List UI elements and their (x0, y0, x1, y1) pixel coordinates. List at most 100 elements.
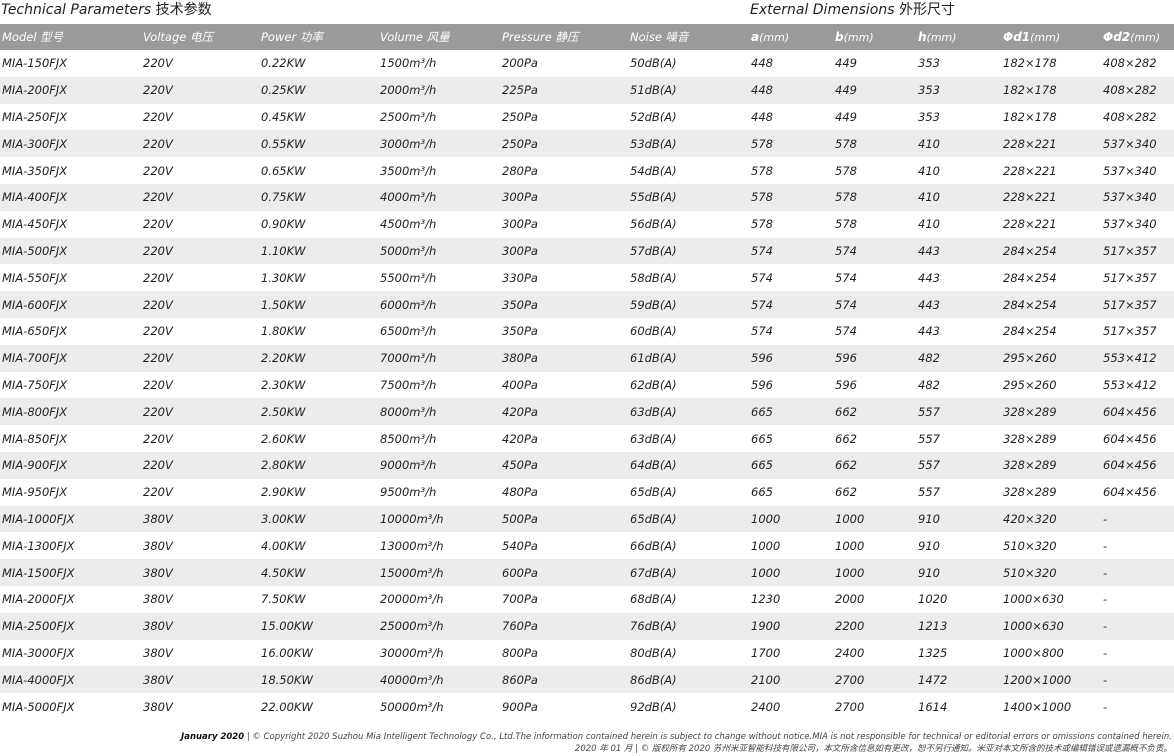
cell-d2: 537×340 (1101, 183, 1174, 211)
cell-d1: 284×254 (1001, 237, 1101, 265)
cell-model: MIA-400FJX (0, 183, 141, 211)
cell-h: 1325 (918, 645, 948, 660)
cell-d1: 1000×630 (1001, 612, 1101, 640)
cell-model: MIA-2000FJX (2, 592, 75, 607)
cell-a: 574 (749, 291, 833, 318)
cell-d1: 328×289 (1003, 485, 1057, 500)
cell-noise: 51dB(A) (628, 76, 749, 104)
cell-pressure: 600Pa (500, 559, 628, 586)
table-row: MIA-800FJX 220V 2.50KW 8000m³/h 420Pa 63dB(A)… (0, 398, 1174, 426)
cell-model: MIA-500FJX (0, 237, 141, 265)
specs-table: Model 型号 Voltage 电压 Power 功率 Volume 风量 P… (0, 24, 1174, 720)
cell-h: 482 (918, 377, 940, 392)
cell-a: 448 (749, 76, 833, 104)
cell-power: 16.00KW (261, 645, 313, 660)
cell-pressure: 225Pa (500, 76, 628, 104)
cell-model: MIA-950FJX (2, 485, 68, 500)
table-row: MIA-2500FJX 380V 15.00KW 25000m³/h 760Pa 76dB… (0, 612, 1174, 640)
cell-d1: 228×221 (1001, 130, 1101, 158)
cell-power: 4.50KW (259, 559, 378, 586)
cell-b: 2000 (835, 592, 865, 607)
cell-model: MIA-650FJX (2, 324, 68, 339)
cell-b: 596 (835, 377, 857, 392)
cell-d1: 1400×1000 (1003, 699, 1072, 714)
cell-b: 1000 (835, 538, 865, 553)
cell-voltage: 220V (143, 163, 173, 178)
cell-noise: 63dB(A) (628, 398, 749, 426)
cell-pressure: 280Pa (502, 163, 538, 178)
cell-a: 574 (749, 237, 833, 265)
cell-d2: - (1103, 699, 1108, 714)
table-row: MIA-450FJX 220V 0.90KW 4500m³/h 300Pa 56dB(A)… (0, 211, 1174, 238)
cell-b: 662 (835, 485, 857, 500)
cell-h: 410 (916, 183, 1001, 211)
cell-b: 2700 (835, 699, 865, 714)
cell-noise: 64dB(A) (628, 451, 749, 479)
cell-noise: 50dB(A) (630, 56, 677, 71)
cell-power: 1.50KW (259, 291, 378, 318)
cell-voltage: 380V (143, 592, 173, 607)
cell-volume: 5000m³/h (378, 237, 500, 265)
cell-b: 662 (835, 431, 857, 446)
cell-power: 2.60KW (261, 431, 306, 446)
header-model: Model 型号 (0, 24, 141, 50)
cell-volume: 50000m³/h (380, 699, 444, 714)
cell-b: 2200 (833, 612, 916, 640)
cell-noise: 92dB(A) (630, 699, 677, 714)
cell-a: 448 (751, 109, 773, 124)
cell-d1: 1000×800 (1003, 645, 1064, 660)
cell-noise: 76dB(A) (628, 612, 749, 640)
cell-model: MIA-1000FJX (0, 505, 141, 533)
cell-volume: 2000m³/h (378, 76, 500, 104)
cell-noise: 53dB(A) (628, 130, 749, 158)
cell-noise: 66dB(A) (630, 538, 677, 553)
cell-voltage: 220V (143, 377, 173, 392)
cell-h: 557 (918, 485, 940, 500)
cell-d2: 408×282 (1103, 109, 1157, 124)
header-h: h(mm) (916, 24, 1001, 50)
cell-voltage: 220V (141, 344, 259, 372)
cell-noise: 62dB(A) (630, 377, 677, 392)
external-dimensions-title: External Dimensions 外形尺寸 (750, 2, 955, 18)
cell-volume: 4000m³/h (378, 183, 500, 211)
cell-a: 1230 (751, 592, 781, 607)
cell-volume: 10000m³/h (378, 505, 500, 533)
cell-power: 0.65KW (261, 163, 306, 178)
cell-model: MIA-350FJX (2, 163, 68, 178)
cell-volume: 6000m³/h (378, 291, 500, 318)
cell-h: 353 (918, 56, 940, 71)
cell-b: 662 (833, 398, 916, 426)
cell-noise: 55dB(A) (628, 183, 749, 211)
cell-a: 578 (751, 163, 773, 178)
cell-noise: 86dB(A) (628, 666, 749, 694)
cell-b: 596 (833, 344, 916, 372)
cell-power: 1.10KW (259, 237, 378, 265)
cell-d2: 517×357 (1101, 237, 1174, 265)
header-b: b(mm) (833, 24, 916, 50)
cell-a: 665 (751, 485, 773, 500)
cell-noise: 65dB(A) (628, 505, 749, 533)
cell-pressure: 420Pa (502, 431, 538, 446)
cell-model: MIA-1500FJX (0, 559, 141, 586)
cell-d2: 537×340 (1103, 163, 1157, 178)
cell-h: 353 (916, 76, 1001, 104)
table-row: MIA-1500FJX 380V 4.50KW 15000m³/h 600Pa 67dB(… (0, 559, 1174, 586)
cell-voltage: 220V (143, 217, 173, 232)
cell-pressure: 400Pa (502, 377, 538, 392)
cell-d2: - (1101, 505, 1174, 533)
cell-h: 443 (918, 324, 940, 339)
cell-pressure: 900Pa (502, 699, 538, 714)
cell-b: 578 (835, 217, 857, 232)
cell-d2: - (1101, 612, 1174, 640)
table-row: MIA-5000FJX 380V 22.00KW 50000m³/h 900Pa 92dB… (0, 693, 1174, 720)
cell-a: 578 (749, 130, 833, 158)
cell-a: 574 (751, 324, 773, 339)
table-row: MIA-250FJX 220V 0.45KW 2500m³/h 250Pa 52dB(A)… (0, 104, 1174, 131)
cell-d2: 604×456 (1103, 485, 1157, 500)
cell-d1: 510×320 (1001, 559, 1101, 586)
cell-a: 1000 (749, 559, 833, 586)
cell-pressure: 760Pa (500, 612, 628, 640)
cell-a: 578 (749, 183, 833, 211)
cell-d1: 228×221 (1003, 217, 1057, 232)
cell-h: 443 (916, 237, 1001, 265)
